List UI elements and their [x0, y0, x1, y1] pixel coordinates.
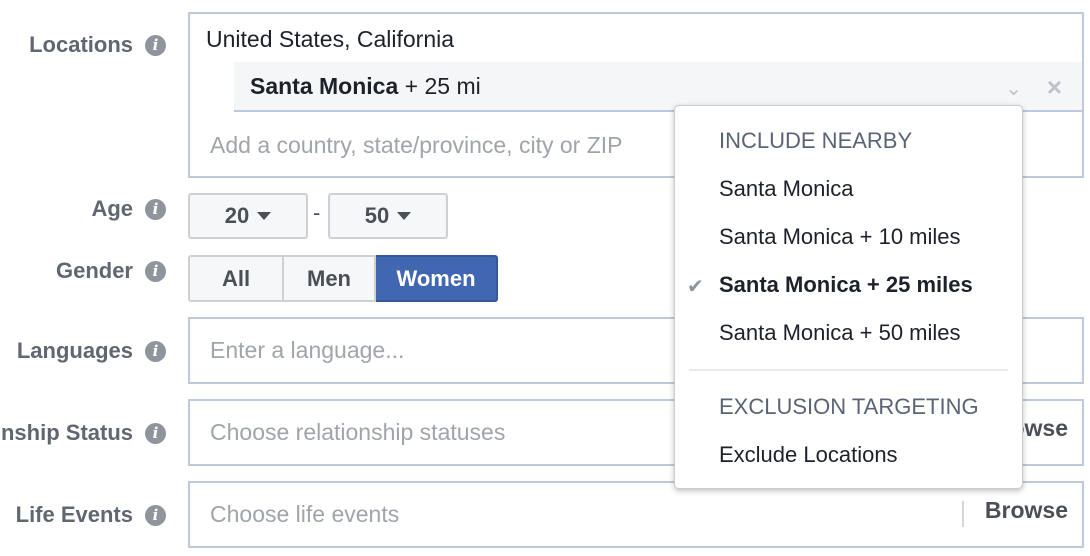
- gender-all-button[interactable]: All: [188, 255, 284, 302]
- info-icon[interactable]: i: [145, 340, 166, 362]
- info-icon[interactable]: i: [145, 422, 166, 444]
- caret-down-icon: [397, 212, 412, 220]
- radius-dropdown-menu: INCLUDE NEARBY Santa Monica Santa Monica…: [674, 105, 1023, 489]
- relationship-status-placeholder: Choose relationship statuses: [210, 419, 506, 445]
- life-events-label: Life Events i: [16, 502, 166, 528]
- relationship-status-label: Relationship Status i: [0, 420, 166, 446]
- languages-label: Languages i: [17, 338, 166, 364]
- life-events-input[interactable]: Choose life events Browse: [188, 481, 1084, 548]
- location-chip-radius: + 25 mi: [404, 72, 481, 99]
- exclusion-targeting-header: EXCLUSION TARGETING: [719, 394, 979, 419]
- life-events-label-text: Life Events: [15, 502, 133, 527]
- location-search-input[interactable]: Add a country, state/province, city or Z…: [210, 132, 622, 159]
- dropdown-item-santa-monica[interactable]: Santa Monica: [719, 176, 854, 202]
- age-separator: -: [313, 200, 321, 225]
- gender-label-text: Gender: [55, 258, 133, 283]
- location-chip-name: Santa Monica: [250, 72, 399, 99]
- browse-divider: [962, 501, 964, 527]
- gender-women-button[interactable]: Women: [376, 255, 498, 302]
- close-icon[interactable]: ×: [1047, 72, 1062, 103]
- info-icon[interactable]: i: [145, 260, 166, 282]
- languages-label-text: Languages: [16, 338, 133, 363]
- info-icon[interactable]: i: [145, 198, 166, 220]
- dropdown-item-10-miles[interactable]: Santa Monica + 10 miles: [719, 224, 961, 250]
- info-icon[interactable]: i: [145, 34, 166, 56]
- age-label: Age i: [91, 196, 166, 222]
- selected-location-region: United States, California: [206, 26, 455, 52]
- include-nearby-header: INCLUDE NEARBY: [719, 128, 913, 153]
- age-min-select[interactable]: 20: [188, 193, 308, 239]
- locations-label: Locations i: [29, 32, 166, 58]
- locations-label-text: Locations: [29, 32, 133, 57]
- check-icon: ✔: [687, 276, 704, 298]
- dropdown-item-50-miles[interactable]: Santa Monica + 50 miles: [719, 320, 961, 346]
- info-icon[interactable]: i: [145, 504, 166, 526]
- age-label-text: Age: [91, 196, 133, 221]
- gender-label: Gender i: [56, 258, 166, 284]
- chevron-down-icon[interactable]: ⌄: [1005, 76, 1022, 101]
- dropdown-item-25-miles[interactable]: Santa Monica + 25 miles: [719, 272, 973, 298]
- dropdown-item-exclude-locations[interactable]: Exclude Locations: [719, 442, 898, 468]
- life-events-browse-button[interactable]: Browse: [985, 497, 1068, 524]
- age-min-value: 20: [224, 203, 250, 228]
- age-max-select[interactable]: 50: [328, 193, 448, 239]
- gender-segmented-control: All Men Women: [188, 255, 498, 302]
- dropdown-divider: [689, 369, 1008, 371]
- languages-placeholder: Enter a language...: [210, 337, 405, 363]
- caret-down-icon: [257, 212, 272, 220]
- life-events-placeholder: Choose life events: [210, 501, 400, 527]
- gender-men-button[interactable]: Men: [284, 255, 376, 302]
- relationship-status-label-text: Relationship Status: [0, 420, 133, 445]
- age-max-value: 50: [364, 203, 390, 228]
